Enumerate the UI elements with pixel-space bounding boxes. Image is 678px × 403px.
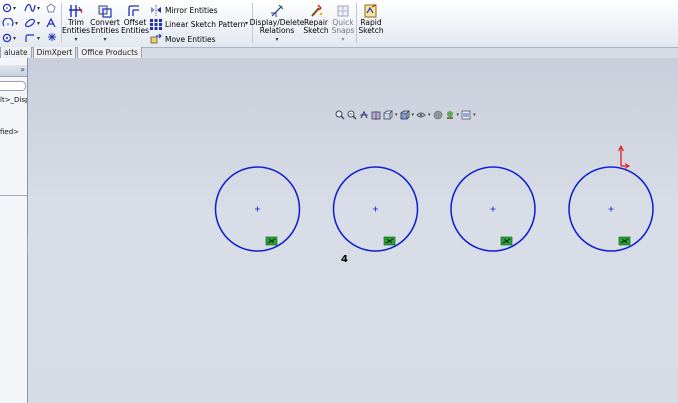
convert-entities-button[interactable]: Convert Entities ▾ <box>90 4 120 44</box>
convert-entities-icon <box>98 5 112 18</box>
point-star-icon <box>48 33 56 41</box>
ellipse-icon <box>25 18 35 28</box>
move-entities-button[interactable]: Move Entities <box>150 33 216 46</box>
move-entities-label: Move Entities <box>165 35 216 44</box>
graphics-area[interactable]: ▾ ▾ ▾ ▾ ▾ 4 <box>28 58 678 403</box>
spline-tool[interactable]: ▾ <box>24 3 40 13</box>
quick-snaps-label: Quick Snaps <box>331 18 355 35</box>
mirror-icon <box>151 5 161 16</box>
move-entities-icon <box>150 34 162 44</box>
point-tool[interactable]: ▾ <box>2 33 16 43</box>
circle-icon <box>2 3 12 13</box>
sketch-geometry <box>214 144 654 252</box>
chevron-down-icon: ▾ <box>341 36 345 43</box>
linear-sketch-pattern-button[interactable]: Linear Sketch Pattern <box>150 18 245 31</box>
mirror-entities-label: Mirror Entities <box>165 6 218 15</box>
display-delete-relations-label: Display/Delete Relations <box>249 18 305 35</box>
quick-snaps-button[interactable]: Quick Snaps ▾ <box>331 4 355 44</box>
tree-item-config[interactable]: fied> <box>0 128 19 136</box>
coincident-fix-icon[interactable] <box>383 236 396 246</box>
repair-sketch-button[interactable]: Repair Sketch <box>303 4 329 35</box>
convert-entities-label: Convert Entities <box>90 18 120 35</box>
coincident-fix-icon[interactable] <box>265 236 278 246</box>
chevron-down-icon: ▾ <box>275 36 279 43</box>
point-sketch-tool[interactable] <box>48 33 56 41</box>
ellipse-tool[interactable]: ▾ <box>24 18 40 28</box>
linear-sketch-pattern-label: Linear Sketch Pattern <box>165 20 246 29</box>
text-tool[interactable] <box>46 18 56 28</box>
ribbon-separator <box>356 3 357 43</box>
trim-entities-label: Trim Entities <box>61 18 91 35</box>
chevron-down-icon: ▾ <box>15 19 19 27</box>
command-manager-ribbon: ▾ ▾ ▾ ▾ ▾ ▾ Trim Entities ▾ Convert Enti… <box>0 0 678 48</box>
repair-sketch-label: Repair Sketch <box>303 18 329 35</box>
rapid-sketch-icon <box>364 4 377 18</box>
offset-entities-button[interactable]: Offset Entities <box>120 4 150 35</box>
panel-header: » <box>0 65 27 77</box>
rapid-sketch-button[interactable]: Rapid Sketch <box>358 4 384 35</box>
repair-sketch-icon <box>311 4 323 17</box>
sketch-fillet-icon <box>25 34 34 42</box>
arc-tool[interactable]: ▾ <box>2 18 18 28</box>
circle-center-icon <box>2 33 12 43</box>
sketch-circle-4[interactable] <box>568 166 654 252</box>
chevron-down-icon: ▾ <box>103 36 107 43</box>
text-a-icon <box>46 18 56 28</box>
arc-icon <box>2 18 14 27</box>
quick-snaps-icon <box>337 5 349 17</box>
command-manager-tabs: aluate DimXpert Office Products <box>0 47 143 59</box>
spline-icon <box>24 4 36 12</box>
chevron-down-icon[interactable]: ▾ <box>245 20 248 27</box>
chevron-down-icon: ▾ <box>13 34 17 42</box>
sketch-circle-2[interactable] <box>332 166 419 252</box>
circle-tool[interactable]: ▾ <box>2 3 16 13</box>
chevron-down-icon: ▾ <box>13 4 17 12</box>
polygon-tool[interactable] <box>46 3 56 13</box>
coincident-fix-icon[interactable] <box>618 236 631 246</box>
pattern-count-label[interactable]: 4 <box>341 254 348 265</box>
polygon-icon <box>46 3 56 13</box>
trim-icon <box>69 5 83 17</box>
sketch-circle-1[interactable] <box>214 166 301 252</box>
panel-filter-field[interactable] <box>0 81 26 91</box>
chevron-down-icon: ▾ <box>37 19 41 27</box>
origin-axis-icon <box>618 144 630 169</box>
offset-entities-icon <box>128 5 139 16</box>
panel-divider <box>0 195 27 196</box>
chevron-down-icon: ▾ <box>37 34 41 42</box>
tree-item-display-state[interactable]: lt>_Disp <box>0 96 27 104</box>
relations-icon <box>271 4 284 17</box>
expand-panel-icon[interactable]: » <box>20 65 25 74</box>
fillet-tool[interactable]: ▾ <box>24 33 40 43</box>
chevron-down-icon: ▾ <box>37 4 41 12</box>
chevron-down-icon: ▾ <box>74 36 78 43</box>
trim-entities-button[interactable]: Trim Entities ▾ <box>61 4 91 44</box>
coincident-fix-icon[interactable] <box>500 236 513 246</box>
offset-entities-label: Offset Entities <box>120 18 150 35</box>
display-delete-relations-button[interactable]: Display/Delete Relations ▾ <box>250 4 304 44</box>
rapid-sketch-label: Rapid Sketch <box>358 18 384 35</box>
linear-pattern-icon <box>150 19 162 30</box>
sketch-circle-3[interactable] <box>450 166 536 252</box>
mirror-entities-button[interactable]: Mirror Entities <box>150 4 218 17</box>
feature-manager-panel: » lt>_Disp fied> <box>0 58 28 403</box>
